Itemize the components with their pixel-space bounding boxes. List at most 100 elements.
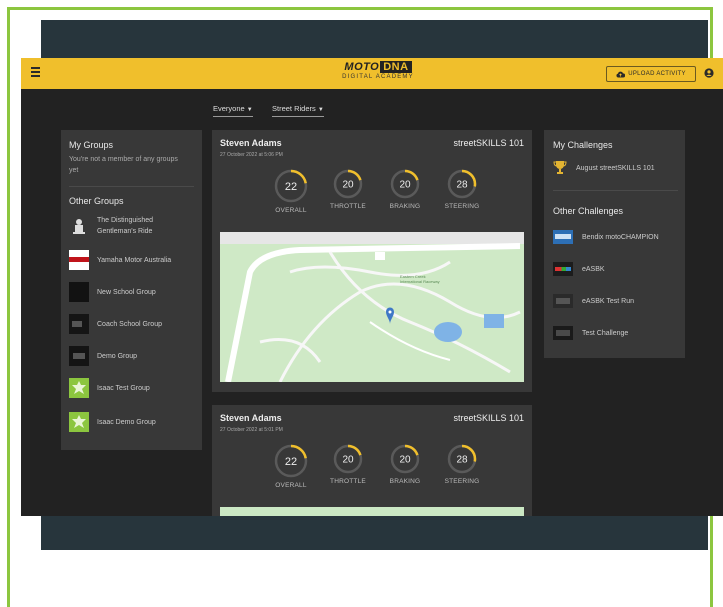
score-ring: 20 <box>333 444 363 474</box>
score-label: OVERALL <box>275 207 307 214</box>
score-value: 22 <box>285 456 297 468</box>
challenge-label: Test Challenge <box>582 329 629 337</box>
map-preview <box>220 507 524 516</box>
score-ring: 28 <box>447 444 477 474</box>
group-item-new-school[interactable]: New School Group <box>69 282 156 302</box>
score-label: OVERALL <box>275 482 307 489</box>
score-label: STEERING <box>444 478 480 485</box>
map-place-label: Eastern Creek International Raceway <box>400 274 440 284</box>
audience-filter-dropdown[interactable]: Everyone ▼ <box>213 104 253 117</box>
rider-name[interactable]: Steven Adams <box>220 413 282 423</box>
score-value: 20 <box>399 180 411 191</box>
my-groups-empty-text: You're not a member of any groups yet <box>69 156 178 174</box>
score-gauge-throttle: 20 THROTTLE <box>326 443 370 485</box>
logo-dna-text: DNA <box>380 61 412 73</box>
score-value: 28 <box>456 180 468 191</box>
group-filter-value: Street Riders <box>272 104 316 113</box>
group-thumbnail <box>69 282 89 302</box>
score-value: 20 <box>342 455 354 466</box>
score-ring: 20 <box>390 169 420 199</box>
group-item-distinguished-gentleman[interactable]: The Distinguished Gentleman's Ride <box>69 216 182 236</box>
group-item-demo[interactable]: Demo Group <box>69 346 137 366</box>
group-thumbnail <box>69 346 89 366</box>
group-thumbnail <box>69 378 89 398</box>
divider <box>69 186 194 187</box>
activity-date: 27 October 2022 at 5:01 PM <box>220 427 283 433</box>
group-filter-dropdown[interactable]: Street Riders ▼ <box>272 104 324 117</box>
challenge-item[interactable]: eASBK Test Run <box>553 294 634 308</box>
group-label: Coach School Group <box>97 320 162 328</box>
group-label: The Distinguished Gentleman's Ride <box>97 217 154 235</box>
group-label: Isaac Demo Group <box>97 418 156 426</box>
group-item-yamaha[interactable]: Yamaha Motor Australia <box>69 250 171 270</box>
score-gauge-overall: 22 OVERALL <box>269 168 313 214</box>
score-label: THROTTLE <box>330 203 366 210</box>
challenge-label: eASBK Test Run <box>582 297 635 305</box>
hamburger-menu-icon[interactable] <box>31 67 40 77</box>
score-ring: 22 <box>274 444 308 478</box>
challenge-thumbnail <box>553 326 573 340</box>
trophy-icon <box>553 161 567 174</box>
score-value: 20 <box>342 180 354 191</box>
challenges-panel: My Challenges August streetSKILLS 101 Ot… <box>544 130 685 358</box>
score-label: BRAKING <box>389 203 421 210</box>
activity-card[interactable]: Steven Adams 27 October 2022 at 5:01 PM … <box>212 405 532 516</box>
caret-down-icon: ▼ <box>246 107 253 113</box>
challenge-item[interactable]: Test Challenge <box>553 326 628 340</box>
challenge-label: August streetSKILLS 101 <box>576 164 655 172</box>
other-challenges-title: Other Challenges <box>553 206 624 216</box>
group-label: New School Group <box>97 288 156 296</box>
group-thumbnail <box>69 216 89 236</box>
score-label: THROTTLE <box>330 478 366 485</box>
score-value: 22 <box>285 181 297 193</box>
group-label: Demo Group <box>97 352 138 360</box>
my-challenges-title: My Challenges <box>553 140 613 150</box>
score-ring: 20 <box>333 169 363 199</box>
challenge-item[interactable]: Bendix motoCHAMPION <box>553 230 659 244</box>
score-label: BRAKING <box>389 478 421 485</box>
divider <box>553 190 678 191</box>
score-value: 28 <box>456 455 468 466</box>
challenge-item[interactable]: August streetSKILLS 101 <box>553 160 655 176</box>
route-map[interactable]: Eastern Creek International Raceway <box>220 232 524 382</box>
upload-activity-button[interactable]: UPLOAD ACTIVITY <box>606 66 696 82</box>
upload-activity-label: UPLOAD ACTIVITY <box>628 71 686 77</box>
rider-name[interactable]: Steven Adams <box>220 138 282 148</box>
challenge-thumbnail <box>553 262 573 276</box>
group-label: Isaac Test Group <box>97 384 150 392</box>
audience-filter-value: Everyone <box>213 104 245 113</box>
activity-card[interactable]: Steven Adams 27 October 2022 at 5:06 PM … <box>212 130 532 392</box>
activity-type: streetSKILLS 101 <box>453 138 524 148</box>
other-groups-title: Other Groups <box>69 196 124 206</box>
score-value: 20 <box>399 455 411 466</box>
map-graphic <box>220 232 524 382</box>
challenge-item[interactable]: eASBK <box>553 262 605 276</box>
group-item-isaac-demo[interactable]: Isaac Demo Group <box>69 412 156 432</box>
group-item-isaac-test[interactable]: Isaac Test Group <box>69 378 150 398</box>
logo-moto-text: MOTO <box>344 61 380 73</box>
score-gauge-overall: 22 OVERALL <box>269 443 313 489</box>
score-gauge-steering: 28 STEERING <box>440 443 484 485</box>
group-label: Yamaha Motor Australia <box>97 256 172 264</box>
group-item-coach-school[interactable]: Coach School Group <box>69 314 162 334</box>
app-window: MOTO DNA DIGITAL ACADEMY UPLOAD ACTIVITY … <box>21 58 723 516</box>
score-ring: 20 <box>390 444 420 474</box>
groups-panel: My Groups You're not a member of any gro… <box>61 130 202 450</box>
moto-dna-logo[interactable]: MOTO DNA DIGITAL ACADEMY <box>333 61 423 87</box>
score-label: STEERING <box>444 203 480 210</box>
score-gauge-throttle: 20 THROTTLE <box>326 168 370 210</box>
score-gauge-braking: 20 BRAKING <box>383 443 427 485</box>
score-ring: 22 <box>274 169 308 203</box>
group-thumbnail <box>69 412 89 432</box>
top-bar: MOTO DNA DIGITAL ACADEMY UPLOAD ACTIVITY <box>21 58 723 89</box>
score-ring: 28 <box>447 169 477 199</box>
challenge-label: Bendix motoCHAMPION <box>582 233 659 241</box>
activity-type: streetSKILLS 101 <box>453 413 524 423</box>
score-gauge-braking: 20 BRAKING <box>383 168 427 210</box>
account-icon[interactable] <box>704 68 714 78</box>
challenge-thumbnail <box>553 294 573 308</box>
caret-down-icon: ▼ <box>317 107 324 113</box>
score-gauge-steering: 28 STEERING <box>440 168 484 210</box>
challenge-label: eASBK <box>582 265 605 273</box>
group-thumbnail <box>69 314 89 334</box>
